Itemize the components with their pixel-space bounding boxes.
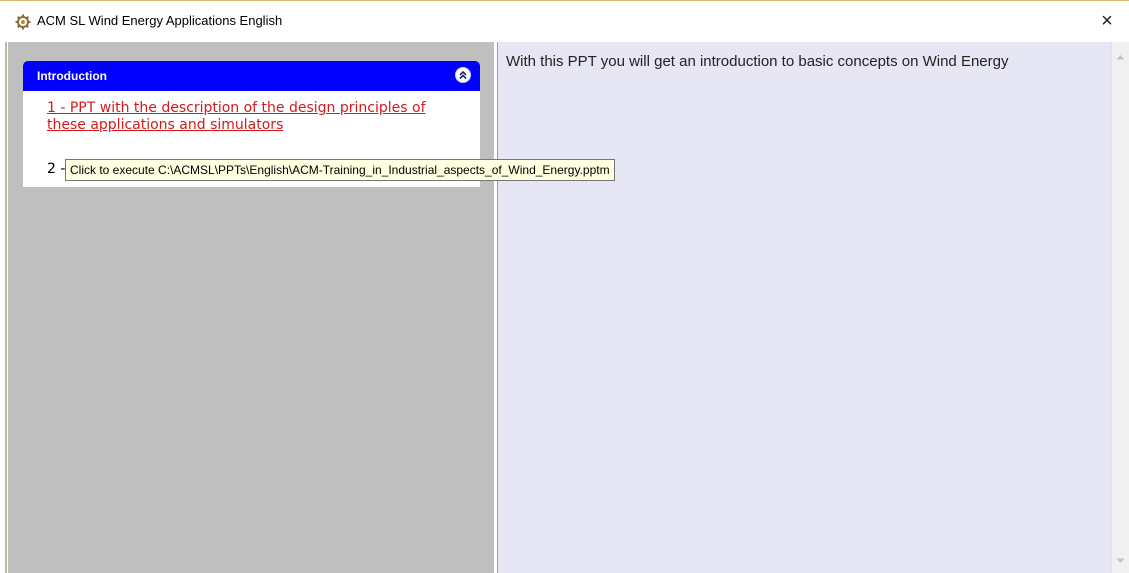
scroll-up-arrow-icon[interactable] xyxy=(1112,48,1129,65)
tooltip: Click to execute C:\ACMSL\PPTs\English\A… xyxy=(65,159,615,181)
description-text: With this PPT you will get an introducti… xyxy=(506,53,1009,70)
window-title: ACM SL Wind Energy Applications English xyxy=(37,13,283,28)
description-pane: With this PPT you will get an introducti… xyxy=(497,42,1111,573)
collapse-button[interactable] xyxy=(455,67,471,83)
ppt-link-item-1[interactable]: 1 - PPT with the description of the desi… xyxy=(47,100,467,134)
panel-title: Introduction xyxy=(37,69,107,83)
window-left-border-line xyxy=(5,42,7,573)
app-gear-icon xyxy=(14,14,32,30)
scroll-down-arrow-icon[interactable] xyxy=(1112,552,1129,569)
ppt-link-item-2[interactable]: 2 - xyxy=(47,161,65,177)
close-icon: × xyxy=(1101,9,1113,32)
introduction-panel-header[interactable]: Introduction xyxy=(23,61,480,91)
close-button[interactable]: × xyxy=(1085,1,1129,41)
title-bar[interactable]: ACM SL Wind Energy Applications English … xyxy=(0,1,1129,41)
vertical-scrollbar[interactable] xyxy=(1111,42,1129,573)
double-chevron-up-icon xyxy=(459,70,467,80)
